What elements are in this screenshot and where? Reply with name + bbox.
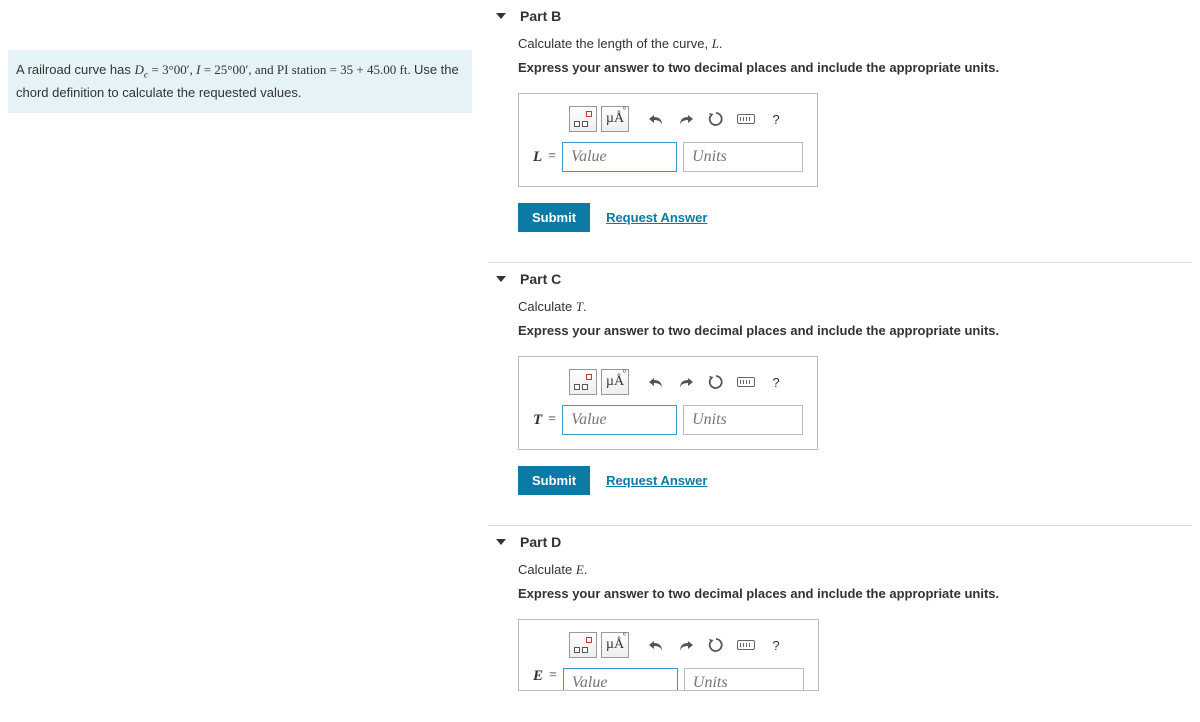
help-icon: ? bbox=[772, 638, 779, 653]
request-answer-link[interactable]: Request Answer bbox=[606, 473, 707, 488]
part-title: Part D bbox=[520, 534, 561, 550]
help-button[interactable]: ? bbox=[763, 106, 789, 132]
help-button[interactable]: ? bbox=[763, 632, 789, 658]
part-d-header[interactable]: Part D bbox=[488, 526, 1192, 562]
redo-icon bbox=[678, 112, 694, 126]
templates-icon bbox=[574, 637, 592, 653]
help-icon: ? bbox=[772, 112, 779, 127]
answer-box: µÅ bbox=[518, 619, 819, 691]
submit-button[interactable]: Submit bbox=[518, 203, 590, 232]
answer-box: µÅ bbox=[518, 356, 818, 450]
templates-button[interactable] bbox=[569, 369, 597, 395]
redo-icon bbox=[678, 638, 694, 652]
units-input[interactable] bbox=[684, 668, 804, 690]
redo-button[interactable] bbox=[673, 106, 699, 132]
chevron-down-icon bbox=[496, 537, 506, 547]
keyboard-button[interactable] bbox=[733, 632, 759, 658]
templates-icon bbox=[574, 111, 592, 127]
keyboard-icon bbox=[737, 640, 755, 650]
variable-label: L bbox=[533, 149, 542, 166]
units-input[interactable] bbox=[683, 405, 803, 435]
reset-icon bbox=[708, 111, 724, 127]
part-title: Part C bbox=[520, 271, 561, 287]
variable-label: T bbox=[533, 412, 542, 429]
special-chars-button[interactable]: µÅ bbox=[601, 369, 629, 395]
undo-icon bbox=[648, 375, 664, 389]
instruction: Express your answer to two decimal place… bbox=[518, 323, 1192, 338]
variable-label: E bbox=[533, 668, 543, 685]
part-b-header[interactable]: Part B bbox=[488, 0, 1192, 36]
undo-button[interactable] bbox=[643, 106, 669, 132]
special-chars-button[interactable]: µÅ bbox=[601, 106, 629, 132]
part-title: Part B bbox=[520, 8, 561, 24]
reset-button[interactable] bbox=[703, 106, 729, 132]
help-icon: ? bbox=[772, 375, 779, 390]
value-input[interactable] bbox=[563, 668, 678, 690]
special-chars-button[interactable]: µÅ bbox=[601, 632, 629, 658]
undo-button[interactable] bbox=[643, 632, 669, 658]
redo-button[interactable] bbox=[673, 369, 699, 395]
units-input[interactable] bbox=[683, 142, 803, 172]
chevron-down-icon bbox=[496, 11, 506, 21]
undo-icon bbox=[648, 112, 664, 126]
prompt: Calculate T. bbox=[518, 299, 1192, 315]
submit-button[interactable]: Submit bbox=[518, 466, 590, 495]
help-button[interactable]: ? bbox=[763, 369, 789, 395]
prompt: Calculate E. bbox=[518, 562, 1192, 578]
prompt: Calculate the length of the curve, L. bbox=[518, 36, 1192, 52]
reset-icon bbox=[708, 374, 724, 390]
keyboard-icon bbox=[737, 377, 755, 387]
request-answer-link[interactable]: Request Answer bbox=[606, 210, 707, 225]
instruction: Express your answer to two decimal place… bbox=[518, 60, 1192, 75]
undo-icon bbox=[648, 638, 664, 652]
undo-button[interactable] bbox=[643, 369, 669, 395]
redo-icon bbox=[678, 375, 694, 389]
templates-icon bbox=[574, 374, 592, 390]
value-input[interactable] bbox=[562, 142, 677, 172]
keyboard-icon bbox=[737, 114, 755, 124]
instruction: Express your answer to two decimal place… bbox=[518, 586, 1192, 601]
part-c-header[interactable]: Part C bbox=[488, 263, 1192, 299]
value-input[interactable] bbox=[562, 405, 677, 435]
reset-button[interactable] bbox=[703, 369, 729, 395]
answer-box: µÅ bbox=[518, 93, 818, 187]
reset-icon bbox=[708, 637, 724, 653]
templates-button[interactable] bbox=[569, 106, 597, 132]
chevron-down-icon bbox=[496, 274, 506, 284]
reset-button[interactable] bbox=[703, 632, 729, 658]
templates-button[interactable] bbox=[569, 632, 597, 658]
keyboard-button[interactable] bbox=[733, 106, 759, 132]
keyboard-button[interactable] bbox=[733, 369, 759, 395]
redo-button[interactable] bbox=[673, 632, 699, 658]
problem-statement: A railroad curve has Dc = 3°00′, I = 25°… bbox=[8, 50, 472, 113]
